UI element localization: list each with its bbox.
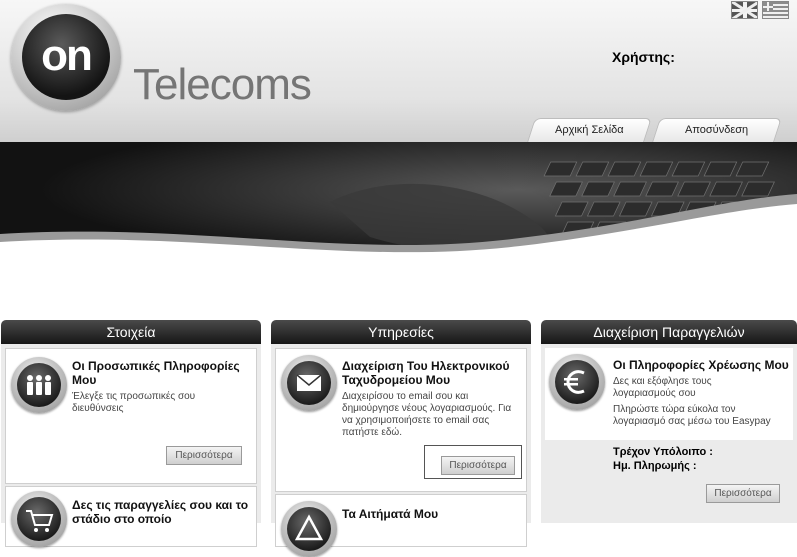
brand-name: Telecoms <box>133 60 312 109</box>
personal-info-text: Έλεγξε τις προσωπικές σου διευθύνσεις <box>72 391 196 414</box>
section-services: Υπηρεσίες Διαχείριση Του Ηλεκτρονικού Τα… <box>271 320 531 557</box>
tab-logout-label: Αποσύνδεση <box>685 124 749 136</box>
greek-flag-icon[interactable] <box>762 1 789 19</box>
section-details-title: Στοιχεία <box>1 320 261 344</box>
english-flag-icon[interactable] <box>731 1 758 19</box>
section-billing-title: Διαχείριση Παραγγελιών <box>541 320 797 344</box>
logo-badge: on <box>22 14 110 100</box>
card-requests: Τα Αιτήματά Μου <box>275 494 527 557</box>
email-text: Διαχειρίσου το email σου και δημιούργησε… <box>342 391 512 438</box>
hero-banner <box>0 142 797 262</box>
billing-title[interactable]: Οι Πληροφορίες Χρέωσης Μου <box>613 358 789 372</box>
email-more-button[interactable]: Περισσότερα <box>441 456 515 475</box>
orders-title[interactable]: Δες τις παραγγελίες σου και το στάδιο στ… <box>72 498 252 526</box>
section-details-body: Οι Προσωπικές Πληροφορίες Μου Έλεγξε τις… <box>1 344 261 547</box>
logo-text: on <box>41 31 93 80</box>
user-label: Χρήστης: <box>612 49 675 65</box>
card-billing: Οι Πληροφορίες Χρέωσης Μου Δες και εξόφλ… <box>545 348 793 440</box>
brand-logo[interactable]: on <box>11 4 121 111</box>
section-billing: Διαχείριση Παραγγελιών Οι Πληροφορίες Χρ… <box>541 320 797 523</box>
billing-more-button[interactable]: Περισσότερα <box>706 484 780 503</box>
easypay-text: Πληρώστε τώρα εύκολα τον λογαριασμό σας … <box>613 404 771 427</box>
tab-logout[interactable]: Αποσύνδεση <box>652 118 782 142</box>
card-personal-info: Οι Προσωπικές Πληροφορίες Μου Έλεγξε τις… <box>5 348 257 484</box>
payment-date-label: Ημ. Πληρωμής : <box>613 460 697 472</box>
people-icon <box>11 357 67 413</box>
tab-home[interactable]: Αρχική Σελίδα <box>527 118 652 142</box>
current-balance-label: Τρέχον Υπόλοιπο : <box>613 446 713 458</box>
email-button-frame: Περισσότερα <box>424 445 522 479</box>
card-orders: Δες τις παραγγελίες σου και το στάδιο στ… <box>5 486 257 547</box>
billing-text: Δες και εξόφλησε τους λογαριασμούς σου <box>613 376 712 399</box>
personal-info-title[interactable]: Οι Προσωπικές Πληροφορίες Μου <box>72 359 252 387</box>
card-email: Διαχείριση Του Ηλεκτρονικού Ταχυδρομείου… <box>275 348 527 492</box>
requests-title[interactable]: Τα Αιτήματά Μου <box>342 507 522 521</box>
cart-icon <box>11 491 67 547</box>
envelope-icon <box>281 355 337 411</box>
section-services-body: Διαχείριση Του Ηλεκτρονικού Ταχυδρομείου… <box>271 344 531 557</box>
section-billing-body: Οι Πληροφορίες Χρέωσης Μου Δες και εξόφλ… <box>541 344 797 523</box>
tab-home-label: Αρχική Σελίδα <box>555 124 624 136</box>
keyboard-image <box>0 142 797 262</box>
section-details: Στοιχεία Οι Προσωπικές Πληροφορίες Μου Έ… <box>1 320 261 547</box>
section-services-title: Υπηρεσίες <box>271 320 531 344</box>
warning-icon <box>281 501 337 557</box>
email-title[interactable]: Διαχείριση Του Ηλεκτρονικού Ταχυδρομείου… <box>342 359 522 387</box>
personal-info-more-button[interactable]: Περισσότερα <box>166 446 242 465</box>
euro-icon <box>549 354 605 410</box>
header: on Telecoms Χρήστης: Αρχική Σελίδα Αποσύ… <box>0 0 797 142</box>
